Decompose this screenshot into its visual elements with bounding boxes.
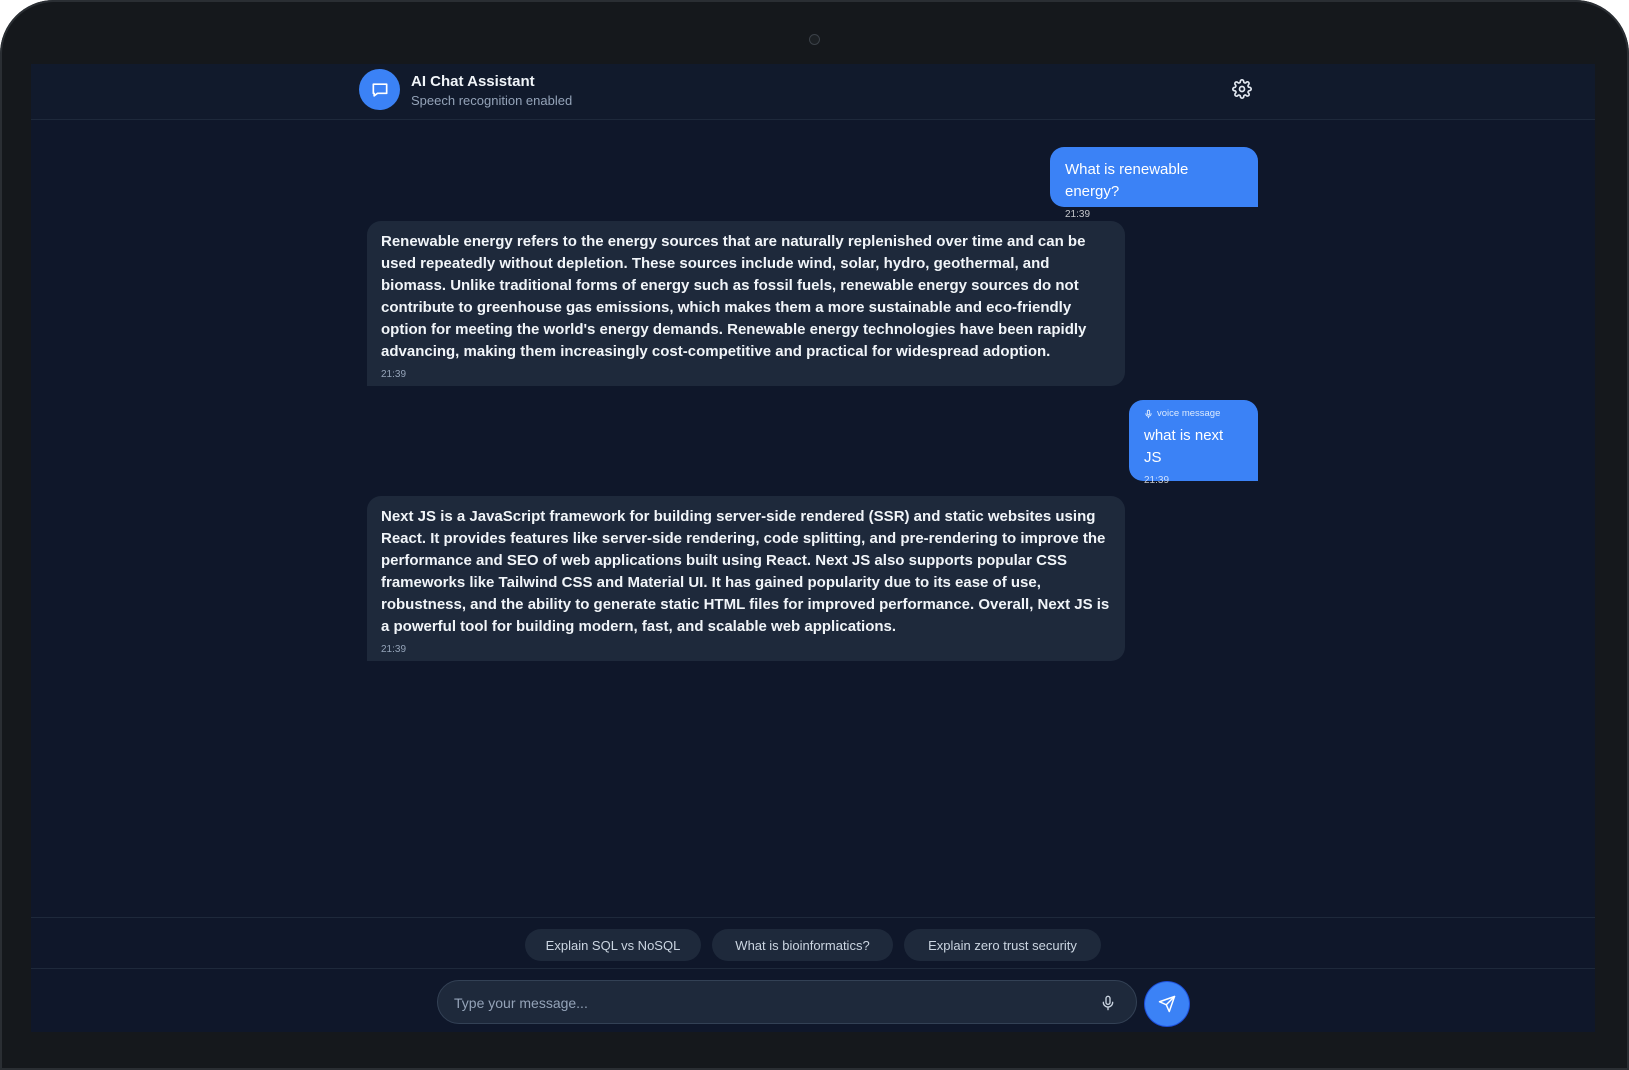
user-voice-message: voice message what is next JS 21:39 xyxy=(1129,400,1258,486)
user-message: What is renewable energy? 21:39 xyxy=(1050,147,1258,220)
message-text: Next JS is a JavaScript framework for bu… xyxy=(381,508,1110,635)
message-time: 21:39 xyxy=(381,369,407,380)
microphone-button[interactable] xyxy=(1098,992,1118,1014)
suggestion-chip[interactable]: Explain zero trust security xyxy=(904,929,1101,961)
settings-button[interactable] xyxy=(1231,78,1253,100)
message-time: 21:39 xyxy=(1065,209,1091,220)
message-input-container xyxy=(437,980,1137,1025)
microphone-icon xyxy=(1145,409,1152,418)
message-text: Renewable energy refers to the energy so… xyxy=(381,233,1087,360)
assistant-message: Renewable energy refers to the energy so… xyxy=(367,221,1125,386)
voice-message-tag: voice message xyxy=(1144,408,1244,419)
suggestion-bar: Explain SQL vs NoSQL What is bioinformat… xyxy=(31,917,1595,969)
suggestion-chip[interactable]: What is bioinformatics? xyxy=(712,929,893,961)
send-icon xyxy=(1158,995,1176,1013)
chat-bubble-icon xyxy=(372,82,387,97)
laptop-frame: AI Chat Assistant Speech recognition ena… xyxy=(0,0,1629,1070)
send-button[interactable] xyxy=(1145,982,1189,1026)
message-time: 21:39 xyxy=(1144,475,1170,486)
suggestion-chip[interactable]: Explain SQL vs NoSQL xyxy=(525,929,701,961)
message-text: What is renewable energy? xyxy=(1065,161,1189,200)
app-title: AI Chat Assistant xyxy=(411,73,535,90)
message-time: 21:39 xyxy=(381,644,407,655)
assistant-message: Next JS is a JavaScript framework for bu… xyxy=(367,496,1125,661)
gear-icon xyxy=(1232,79,1252,99)
message-input[interactable] xyxy=(452,981,1076,1025)
camera xyxy=(809,34,820,45)
app-avatar xyxy=(359,69,400,110)
voice-message-label: voice message xyxy=(1157,408,1221,419)
chat-app: AI Chat Assistant Speech recognition ena… xyxy=(31,64,1595,1032)
app-subtitle: Speech recognition enabled xyxy=(411,93,573,108)
chat-header: AI Chat Assistant Speech recognition ena… xyxy=(31,64,1595,120)
microphone-icon xyxy=(1102,995,1114,1011)
message-text: what is next JS xyxy=(1144,427,1224,466)
